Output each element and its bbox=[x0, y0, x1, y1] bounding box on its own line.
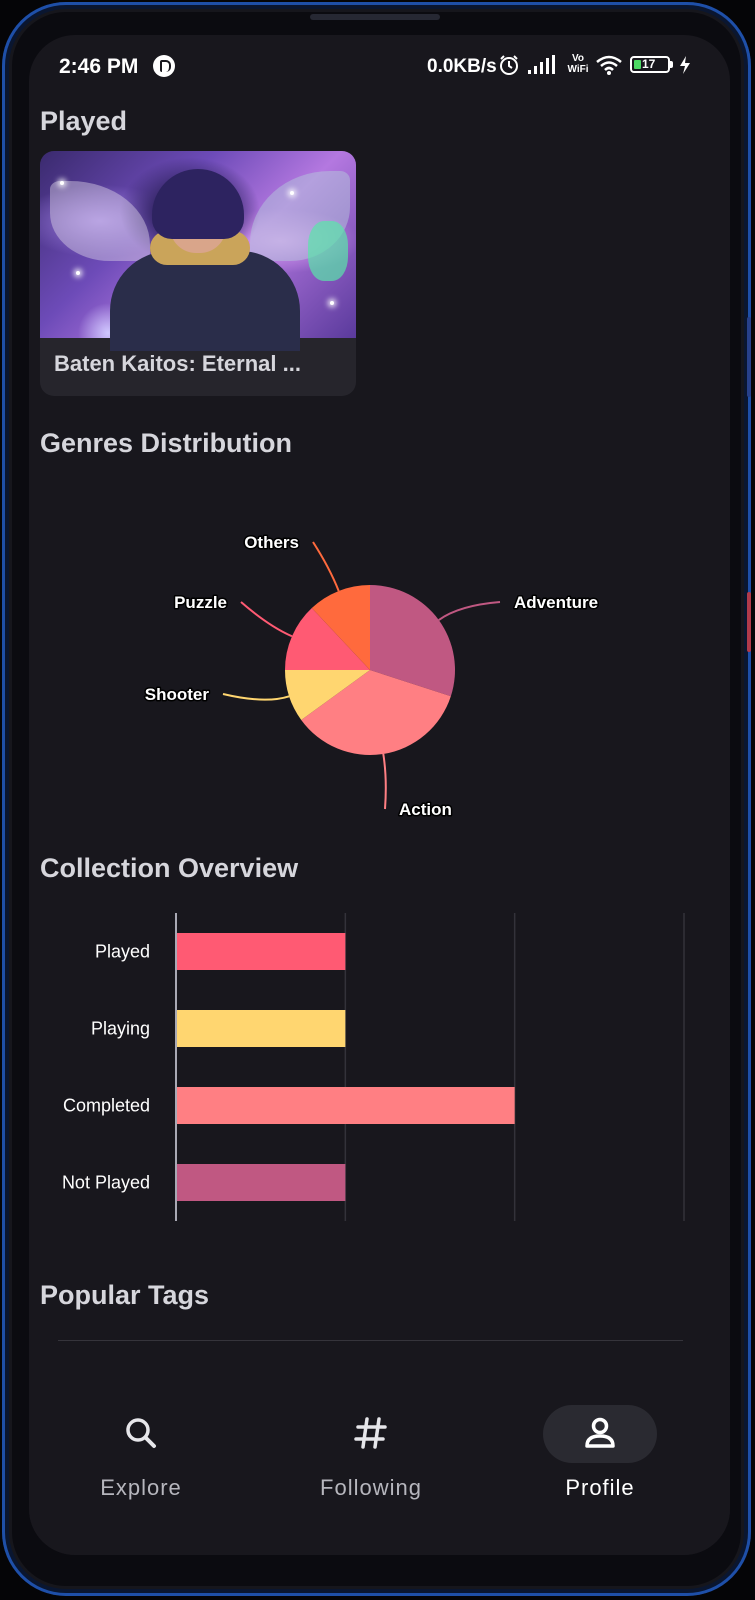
pie-label-others: Others bbox=[244, 533, 299, 552]
bar-label-completed: Completed bbox=[63, 1096, 150, 1116]
power-button bbox=[747, 592, 751, 652]
genres-section-title: Genres Distribution bbox=[40, 428, 293, 458]
vowifi-top-label: Vo bbox=[571, 53, 585, 64]
bottom-navigation: Explore Following Profile bbox=[29, 1385, 730, 1555]
clock: 2:46 PM bbox=[59, 55, 139, 78]
collection-section-title: Collection Overview bbox=[40, 853, 299, 883]
wifi-icon bbox=[596, 55, 622, 75]
bar-label-played: Played bbox=[95, 942, 150, 962]
pie-label-puzzle: Puzzle bbox=[174, 593, 227, 612]
pie-label-action: Action bbox=[399, 800, 452, 819]
nav-following[interactable]: Following bbox=[291, 1385, 451, 1505]
pie-leader-line bbox=[240, 601, 293, 638]
bar-label-playing: Playing bbox=[91, 1019, 150, 1039]
pie-leader-line bbox=[312, 541, 340, 592]
vowifi-indicator: Vo WiFi bbox=[565, 53, 591, 75]
person-icon bbox=[585, 1417, 615, 1448]
pie-leader-line bbox=[222, 693, 290, 701]
divider bbox=[58, 1340, 683, 1341]
nav-explore[interactable]: Explore bbox=[61, 1385, 221, 1505]
volume-button bbox=[747, 317, 751, 397]
signal-icon bbox=[528, 55, 555, 74]
pie-leader-line bbox=[382, 753, 387, 810]
game-title: Baten Kaitos: Eternal ... bbox=[54, 351, 301, 376]
game-card[interactable]: Baten Kaitos: Eternal ... bbox=[40, 151, 356, 396]
collection-bar-chart: Played Playing Completed Not Played bbox=[62, 913, 685, 1221]
pie-label-adventure: Adventure bbox=[514, 593, 598, 612]
pie-label-shooter: Shooter bbox=[145, 685, 210, 704]
nav-profile-label: Profile bbox=[565, 1475, 635, 1500]
alarm-icon bbox=[500, 55, 518, 75]
network-speed: 0.0KB/s bbox=[427, 56, 497, 77]
phone-frame: 2:46 PM 0.0KB/s Vo WiFi 17 Played Baten … bbox=[2, 2, 751, 1596]
earpiece bbox=[310, 14, 440, 20]
bar-played bbox=[177, 933, 346, 970]
status-bar: 2:46 PM 0.0KB/s Vo WiFi 17 bbox=[29, 35, 730, 99]
bar-not-played bbox=[177, 1164, 346, 1201]
search-icon bbox=[126, 1418, 156, 1448]
battery-level: 17 bbox=[642, 57, 656, 71]
nav-following-label: Following bbox=[320, 1475, 422, 1500]
hash-icon bbox=[354, 1417, 387, 1449]
genres-pie-chart: Adventure Action Shooter Puzzle Others bbox=[143, 532, 599, 821]
charging-icon bbox=[680, 56, 690, 74]
app-notification-icon bbox=[153, 55, 175, 77]
app-screen: 2:46 PM 0.0KB/s Vo WiFi 17 Played Baten … bbox=[29, 35, 730, 1555]
pie-leader-line bbox=[438, 601, 501, 621]
bar-label-not-played: Not Played bbox=[62, 1173, 150, 1193]
bar-playing bbox=[177, 1010, 346, 1047]
battery-icon: 17 bbox=[630, 56, 673, 73]
nav-explore-label: Explore bbox=[100, 1475, 182, 1500]
nav-profile[interactable]: Profile bbox=[520, 1385, 680, 1505]
popular-tags-section-title: Popular Tags bbox=[40, 1280, 210, 1310]
game-cover-image bbox=[40, 151, 356, 351]
vowifi-bottom-label: WiFi bbox=[567, 64, 589, 75]
bar-completed bbox=[177, 1087, 515, 1124]
played-section-title: Played bbox=[40, 106, 128, 136]
